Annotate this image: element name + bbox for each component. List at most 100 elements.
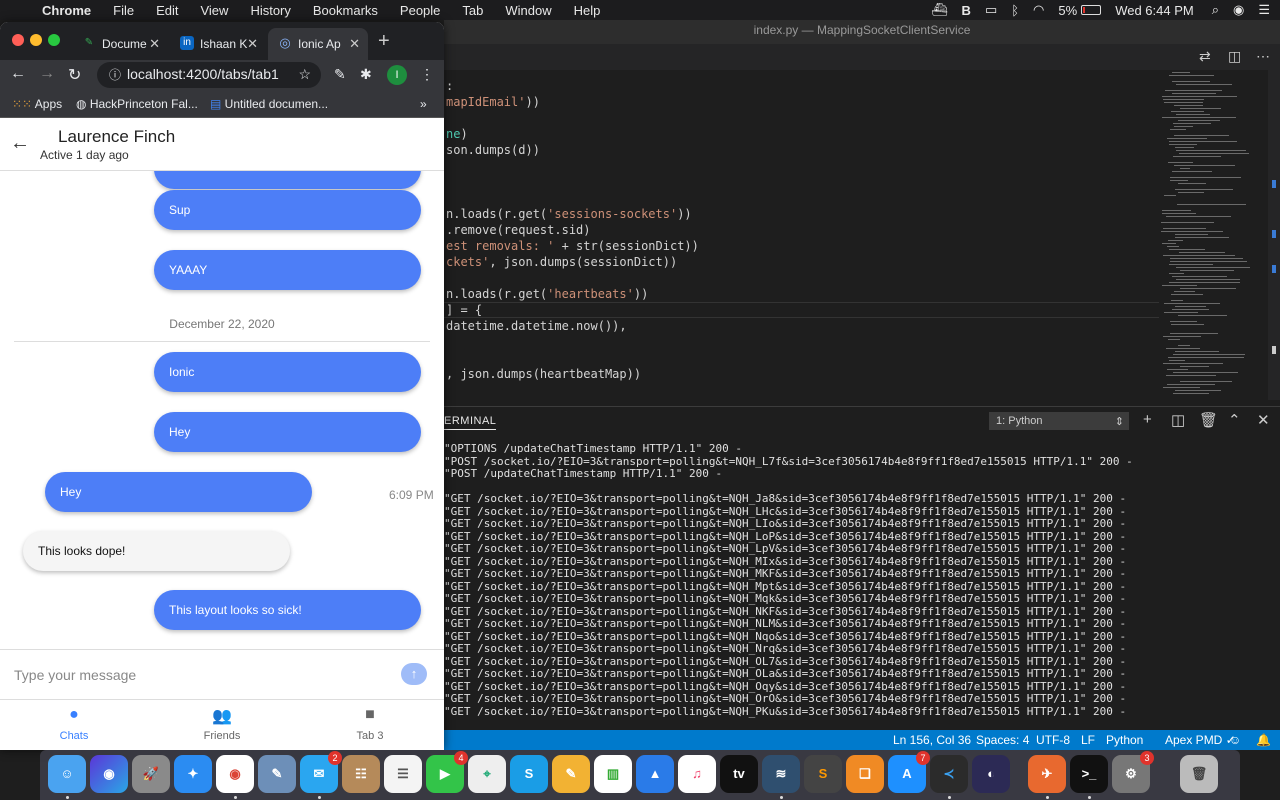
menu-file[interactable]: File: [113, 3, 134, 18]
extension-icon[interactable]: ✎: [334, 66, 346, 83]
close-tab-icon[interactable]: ✕: [149, 36, 160, 52]
bookmark-star-icon[interactable]: ☆: [298, 66, 311, 83]
message-bubble[interactable]: Ionic: [154, 352, 421, 392]
tab-linkedin[interactable]: in Ishaan K ✕: [170, 28, 266, 60]
terminal-select[interactable]: 1: Python ⇕: [989, 412, 1129, 430]
maps-icon[interactable]: ⌖: [468, 755, 506, 793]
menu-history[interactable]: History: [250, 3, 290, 18]
tab-chats[interactable]: ● Chats: [14, 706, 134, 742]
info-icon[interactable]: ⓘ: [109, 68, 121, 82]
chevron-up-icon[interactable]: ⌃: [1228, 411, 1241, 429]
reload-icon[interactable]: ↻: [68, 65, 81, 85]
bookmark-untitled-doc[interactable]: ▤ Untitled documen...: [210, 97, 328, 111]
forward-icon[interactable]: →: [39, 65, 55, 83]
send-button[interactable]: ↑: [401, 663, 427, 685]
puzzle-icon[interactable]: ✱: [360, 66, 372, 83]
minimize-window-button[interactable]: [30, 34, 42, 46]
menu-window[interactable]: Window: [505, 3, 551, 18]
terminal-icon[interactable]: >_: [1070, 755, 1108, 793]
encoding[interactable]: UTF-8: [1036, 733, 1070, 747]
new-terminal-icon[interactable]: +: [1143, 411, 1152, 428]
menu-edit[interactable]: Edit: [156, 3, 178, 18]
tab-3[interactable]: ■ Tab 3: [310, 706, 430, 742]
split-terminal-icon[interactable]: ◫: [1171, 411, 1185, 429]
message-bubble[interactable]: This layout looks so sick!: [154, 590, 421, 630]
message-bubble[interactable]: Hey: [45, 472, 312, 512]
menu-people[interactable]: People: [400, 3, 440, 18]
postman-icon[interactable]: ✈: [1028, 755, 1066, 793]
bell-icon[interactable]: 🔔: [1256, 733, 1271, 747]
trash-icon[interactable]: 🗑: [1180, 755, 1218, 793]
message-bubble[interactable]: Sup: [154, 190, 421, 230]
docker-icon[interactable]: ⛴: [931, 2, 948, 18]
close-panel-icon[interactable]: ✕: [1257, 411, 1270, 429]
bitdefender-icon[interactable]: B: [962, 3, 971, 18]
trash-icon[interactable]: 🗑: [1199, 411, 1218, 429]
menu-help[interactable]: Help: [574, 3, 601, 18]
cursor-position[interactable]: Ln 156, Col 36: [893, 733, 971, 747]
eclipse-icon[interactable]: ◐: [972, 755, 1010, 793]
apex-pmd-status[interactable]: Apex PMD ✓: [1165, 733, 1236, 747]
numbers-icon[interactable]: ▥: [594, 755, 632, 793]
tab-friends[interactable]: 👥 Friends: [162, 706, 282, 742]
apple-tv-icon[interactable]: tv: [720, 755, 758, 793]
code-editor[interactable]: : mapIdEmail')) ne) son.dumps(d)) n.loads(r.…: [444, 70, 1159, 400]
menu-bookmarks[interactable]: Bookmarks: [313, 3, 378, 18]
back-arrow-icon[interactable]: ←: [10, 132, 30, 155]
message-bubble[interactable]: YAAAY: [154, 250, 421, 290]
bluetooth-icon[interactable]: ᛒ: [1011, 3, 1019, 18]
bookmark-hackprinceton[interactable]: ◍ HackPrinceton Fal...: [76, 97, 198, 111]
message-bubble-received[interactable]: This looks dope!: [23, 531, 290, 571]
tab-docs[interactable]: ✎ Docume ✕: [72, 28, 168, 60]
music-icon[interactable]: ♫: [678, 755, 716, 793]
compare-icon[interactable]: ⇄: [1199, 48, 1211, 65]
books-icon[interactable]: ❑: [846, 755, 884, 793]
back-icon[interactable]: ←: [10, 65, 26, 83]
editor-scrollbar[interactable]: [1268, 70, 1280, 400]
more-actions-icon[interactable]: ⋯: [1256, 48, 1270, 65]
close-tab-icon[interactable]: ✕: [247, 36, 258, 52]
message-bubble[interactable]: [154, 171, 421, 189]
new-tab-button[interactable]: +: [378, 30, 390, 53]
split-editor-icon[interactable]: ◫: [1228, 48, 1241, 65]
wifi-icon[interactable]: ◠: [1033, 2, 1044, 18]
airplay-icon[interactable]: ▭: [985, 2, 997, 18]
vscode-icon[interactable]: ≺: [930, 755, 968, 793]
close-tab-icon[interactable]: ✕: [349, 36, 360, 52]
menu-view[interactable]: View: [200, 3, 228, 18]
keynote-icon[interactable]: ▲: [636, 755, 674, 793]
language-mode[interactable]: Python: [1106, 733, 1143, 747]
spotlight-icon[interactable]: ⌕: [1212, 2, 1219, 18]
profile-avatar[interactable]: I: [387, 65, 407, 85]
clock[interactable]: Wed 6:44 PM: [1115, 3, 1194, 18]
battery-icon[interactable]: [1081, 5, 1102, 15]
launchpad-icon[interactable]: 🚀: [132, 755, 170, 793]
menu-kebab-icon[interactable]: ⋮: [420, 66, 434, 83]
message-bubble[interactable]: Hey: [154, 412, 421, 452]
pages-icon[interactable]: ✎: [552, 755, 590, 793]
address-bar[interactable]: ⓘ localhost:4200/tabs/tab1 ☆: [97, 62, 321, 88]
message-list[interactable]: Sup YAAAY December 22, 2020 Ionic Hey He…: [0, 171, 444, 649]
terminal-output[interactable]: "OPTIONS /updateChatTimestamp HTTP/1.1" …: [444, 443, 1280, 733]
contacts-icon[interactable]: ☷: [342, 755, 380, 793]
siri-icon[interactable]: ◉: [90, 755, 128, 793]
sublime-text-icon[interactable]: S: [804, 755, 842, 793]
bookmark-apps[interactable]: ⁙⁙ Apps: [12, 97, 62, 111]
message-input[interactable]: Type your message: [14, 667, 136, 683]
finder-icon[interactable]: ☺: [48, 755, 86, 793]
menu-tab[interactable]: Tab: [462, 3, 483, 18]
menu-app-name[interactable]: Chrome: [42, 3, 91, 18]
skype-icon[interactable]: S: [510, 755, 548, 793]
notification-center-icon[interactable]: ☰: [1258, 2, 1270, 18]
bookmarks-overflow[interactable]: »: [420, 97, 427, 111]
reminders-icon[interactable]: ☰: [384, 755, 422, 793]
preview-icon[interactable]: ✎: [258, 755, 296, 793]
safari-icon[interactable]: ✦: [174, 755, 212, 793]
indentation[interactable]: Spaces: 4: [976, 733, 1029, 747]
zoom-window-button[interactable]: [48, 34, 60, 46]
mysql-workbench-icon[interactable]: ≋: [762, 755, 800, 793]
end-of-line[interactable]: LF: [1081, 733, 1095, 747]
siri-icon[interactable]: ◉: [1233, 2, 1244, 18]
close-window-button[interactable]: [12, 34, 24, 46]
minimap[interactable]: [1159, 70, 1269, 400]
